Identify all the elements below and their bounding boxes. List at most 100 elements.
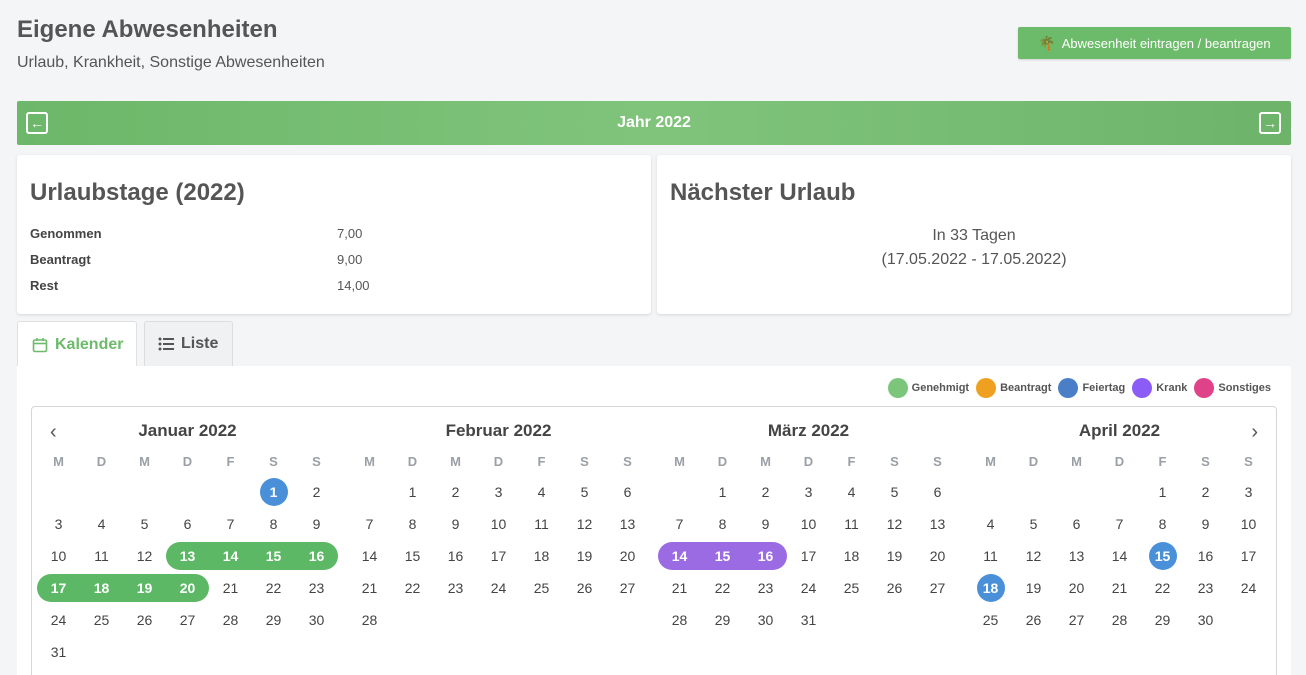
calendar-day[interactable]: 7 (1098, 510, 1141, 538)
calendar-day[interactable]: 4 (520, 478, 563, 506)
calendar-day[interactable]: 19 (563, 542, 606, 570)
calendar-day[interactable]: 26 (873, 574, 916, 602)
calendar-day[interactable]: 26 (123, 606, 166, 634)
calendar-day[interactable]: 10 (787, 510, 830, 538)
calendar-day[interactable]: 28 (348, 606, 391, 634)
calendar-day[interactable]: 6 (166, 510, 209, 538)
calendar-day[interactable]: 29 (1141, 606, 1184, 634)
calendar-day[interactable]: 11 (520, 510, 563, 538)
calendar-day[interactable]: 30 (1184, 606, 1227, 634)
calendar-day[interactable]: 9 (744, 510, 787, 538)
tab-calendar[interactable]: Kalender (17, 321, 137, 367)
calendar-day[interactable]: 25 (969, 606, 1012, 634)
calendar-day[interactable]: 20 (166, 574, 209, 602)
calendar-day[interactable]: 22 (391, 574, 434, 602)
calendar-day[interactable]: 23 (434, 574, 477, 602)
calendar-day[interactable]: 10 (477, 510, 520, 538)
calendar-day[interactable]: 9 (295, 510, 338, 538)
calendar-day[interactable]: 4 (969, 510, 1012, 538)
calendar-day[interactable]: 19 (873, 542, 916, 570)
calendar-day[interactable]: 8 (1141, 510, 1184, 538)
calendar-day[interactable]: 14 (658, 542, 701, 570)
calendar-day[interactable]: 19 (123, 574, 166, 602)
calendar-day[interactable]: 24 (477, 574, 520, 602)
calendar-day[interactable]: 14 (1098, 542, 1141, 570)
calendar-day[interactable]: 8 (701, 510, 744, 538)
calendar-day[interactable]: 12 (563, 510, 606, 538)
calendar-day[interactable]: 15 (252, 542, 295, 570)
calendar-day[interactable]: 12 (1012, 542, 1055, 570)
calendar-day[interactable]: 26 (1012, 606, 1055, 634)
calendar-day[interactable]: 21 (658, 574, 701, 602)
calendar-day[interactable]: 12 (123, 542, 166, 570)
calendar-day[interactable]: 25 (80, 606, 123, 634)
calendar-day[interactable]: 13 (916, 510, 959, 538)
calendar-day[interactable]: 9 (434, 510, 477, 538)
calendar-day[interactable]: 11 (830, 510, 873, 538)
calendar-day[interactable]: 15 (1141, 542, 1184, 570)
calendar-day[interactable]: 14 (209, 542, 252, 570)
tab-list[interactable]: Liste (144, 321, 233, 367)
calendar-day[interactable]: 20 (606, 542, 649, 570)
calendar-day[interactable]: 5 (123, 510, 166, 538)
calendar-day[interactable]: 28 (209, 606, 252, 634)
calendar-day[interactable]: 16 (295, 542, 338, 570)
calendar-day[interactable]: 2 (744, 478, 787, 506)
calendar-day[interactable]: 14 (348, 542, 391, 570)
calendar-day[interactable]: 5 (1012, 510, 1055, 538)
calendar-day[interactable]: 25 (830, 574, 873, 602)
calendar-day[interactable]: 18 (520, 542, 563, 570)
calendar-day[interactable]: 11 (80, 542, 123, 570)
calendar-day[interactable]: 2 (1184, 478, 1227, 506)
calendar-day[interactable]: 6 (606, 478, 649, 506)
calendar-day[interactable]: 3 (37, 510, 80, 538)
calendar-day[interactable]: 17 (787, 542, 830, 570)
calendar-day[interactable]: 7 (209, 510, 252, 538)
calendar-day[interactable]: 13 (1055, 542, 1098, 570)
calendar-day[interactable]: 22 (1141, 574, 1184, 602)
calendar-day[interactable]: 8 (252, 510, 295, 538)
calendar-day[interactable]: 16 (434, 542, 477, 570)
calendar-day[interactable]: 28 (658, 606, 701, 634)
calendar-day[interactable]: 15 (701, 542, 744, 570)
calendar-day[interactable]: 27 (916, 574, 959, 602)
previous-year-icon[interactable]: ← (26, 112, 48, 134)
calendar-day[interactable]: 21 (1098, 574, 1141, 602)
calendar-day[interactable]: 15 (391, 542, 434, 570)
calendar-day[interactable]: 4 (80, 510, 123, 538)
calendar-day[interactable]: 27 (1055, 606, 1098, 634)
calendar-day[interactable]: 30 (295, 606, 338, 634)
add-absence-button[interactable]: 🌴 Abwesenheit eintragen / beantragen (1018, 27, 1291, 59)
calendar-day[interactable]: 12 (873, 510, 916, 538)
calendar-day[interactable]: 28 (1098, 606, 1141, 634)
calendar-day[interactable]: 31 (37, 638, 80, 666)
calendar-day[interactable]: 3 (1227, 478, 1270, 506)
calendar-day[interactable]: 2 (434, 478, 477, 506)
calendar-day[interactable]: 8 (391, 510, 434, 538)
calendar-day[interactable]: 1 (701, 478, 744, 506)
calendar-day[interactable]: 16 (1184, 542, 1227, 570)
calendar-day[interactable]: 17 (477, 542, 520, 570)
next-year-icon[interactable]: → (1259, 112, 1281, 134)
calendar-day[interactable]: 6 (916, 478, 959, 506)
calendar-day[interactable]: 1 (391, 478, 434, 506)
calendar-day[interactable]: 29 (252, 606, 295, 634)
calendar-day[interactable]: 17 (1227, 542, 1270, 570)
calendar-day[interactable]: 23 (744, 574, 787, 602)
calendar-day[interactable]: 11 (969, 542, 1012, 570)
calendar-day[interactable]: 22 (252, 574, 295, 602)
calendar-day[interactable]: 18 (80, 574, 123, 602)
calendar-day[interactable]: 10 (1227, 510, 1270, 538)
calendar-day[interactable]: 16 (744, 542, 787, 570)
calendar-day[interactable]: 24 (787, 574, 830, 602)
calendar-day[interactable]: 23 (1184, 574, 1227, 602)
calendar-day[interactable]: 29 (701, 606, 744, 634)
calendar-day[interactable]: 22 (701, 574, 744, 602)
calendar-day[interactable]: 21 (209, 574, 252, 602)
calendar-day[interactable]: 4 (830, 478, 873, 506)
calendar-day[interactable]: 3 (787, 478, 830, 506)
calendar-day[interactable]: 3 (477, 478, 520, 506)
calendar-day[interactable]: 31 (787, 606, 830, 634)
calendar-day[interactable]: 13 (166, 542, 209, 570)
calendar-day[interactable]: 13 (606, 510, 649, 538)
